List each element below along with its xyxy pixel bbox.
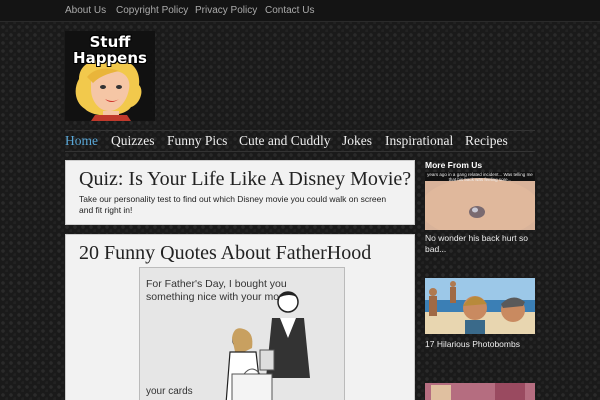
- nav-funny-pics[interactable]: Funny Pics: [167, 133, 227, 149]
- top-utility-bar: About Us Copyright Policy Privacy Policy…: [0, 0, 600, 22]
- nav-jokes[interactable]: Jokes: [342, 133, 372, 149]
- post-card: 20 Funny Quotes About FatherHood For Fat…: [65, 234, 415, 400]
- site-logo[interactable]: Stuff Happens: [65, 31, 155, 121]
- about-us-link[interactable]: About Us: [65, 5, 106, 16]
- sidebar-photo-3: [425, 383, 535, 400]
- copyright-policy-link[interactable]: Copyright Policy: [116, 5, 188, 16]
- quiz-title[interactable]: Quiz: Is Your Life Like A Disney Movie?: [79, 168, 411, 191]
- sidebar-caption-2[interactable]: 17 Hilarious Photobombs: [425, 339, 535, 350]
- quiz-description: Take our personality test to find out wh…: [79, 194, 387, 215]
- sidebar-heading: More From Us: [425, 160, 483, 170]
- sidebar-thumb-back[interactable]: years ago in a gang related incident... …: [425, 172, 535, 230]
- nav-home[interactable]: Home: [65, 133, 98, 149]
- nav-inspirational[interactable]: Inspirational: [385, 133, 453, 149]
- nav-cute-and-cuddly[interactable]: Cute and Cuddly: [239, 133, 331, 149]
- privacy-policy-link[interactable]: Privacy Policy: [195, 5, 257, 16]
- sidebar-thumb-text: years ago in a gang related incident... …: [427, 172, 533, 182]
- ecard-brand: your cards: [146, 386, 193, 397]
- logo-text: Stuff Happens: [73, 33, 147, 67]
- quiz-card[interactable]: Quiz: Is Your Life Like A Disney Movie? …: [65, 160, 415, 225]
- nav-quizzes[interactable]: Quizzes: [111, 133, 154, 149]
- post-title[interactable]: 20 Funny Quotes About FatherHood: [79, 242, 371, 265]
- ecard-illustration: [225, 291, 310, 400]
- sidebar-thumb-photobombs[interactable]: [425, 278, 535, 334]
- sidebar-thumb-3[interactable]: [425, 383, 535, 400]
- contact-us-link[interactable]: Contact Us: [265, 5, 314, 16]
- sidebar-caption-1[interactable]: No wonder his back hurt so bad...: [425, 233, 535, 255]
- nav-recipes[interactable]: Recipes: [465, 133, 508, 149]
- photobomb-photo: [425, 278, 535, 334]
- main-nav: Home Quizzes Funny Pics Cute and Cuddly …: [65, 130, 535, 152]
- post-image[interactable]: For Father's Day, I bought you something…: [139, 267, 345, 400]
